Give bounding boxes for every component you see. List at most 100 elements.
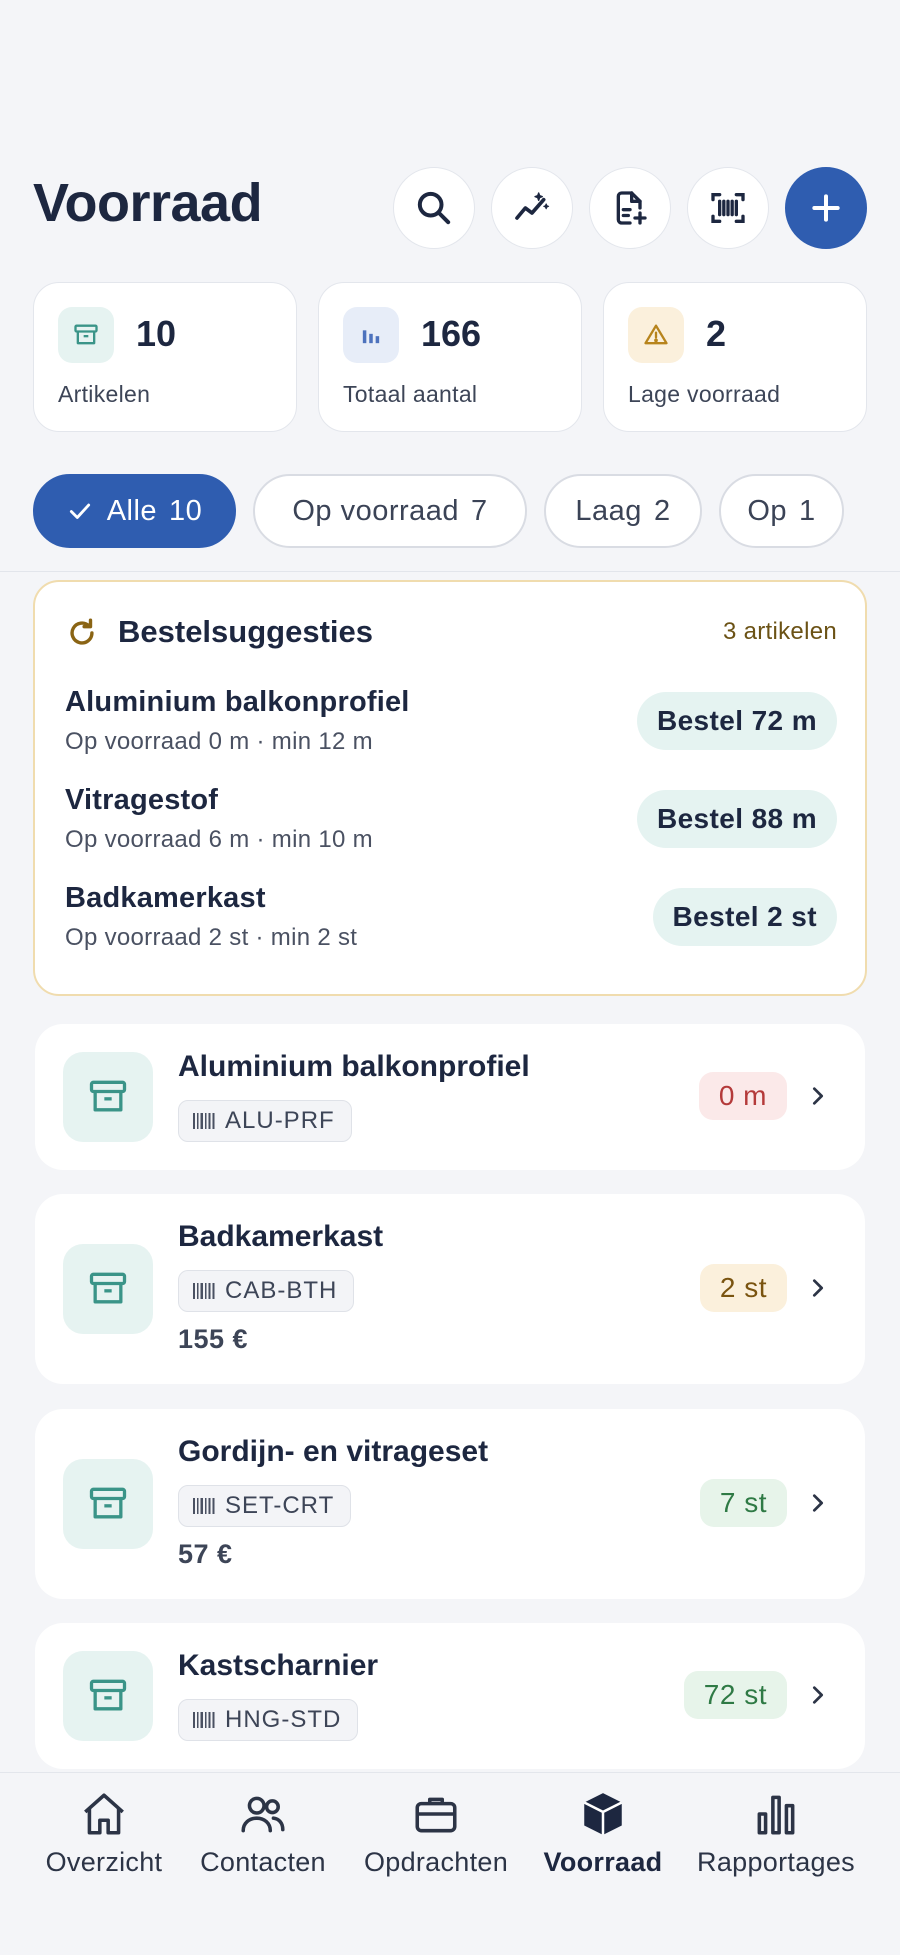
- filter-chip-count: 2: [653, 494, 671, 527]
- inventory-item[interactable]: Kastscharnier HNG-STD 72 st: [35, 1623, 865, 1769]
- suggestion-name: Vitragestof: [65, 784, 219, 816]
- barcode-icon: [193, 1283, 215, 1299]
- filter-chip-count: 10: [169, 494, 203, 527]
- search-button[interactable]: [393, 167, 475, 249]
- inventory-item[interactable]: Aluminium balkonprofiel ALU-PRF 0 m: [35, 1024, 865, 1170]
- chevron-right-icon: [812, 1686, 824, 1704]
- bar-chart-icon: [343, 307, 399, 363]
- stat-card-articles: 10 Artikelen: [33, 282, 297, 432]
- tab-label: Voorraad: [543, 1847, 663, 1877]
- new-document-button[interactable]: [589, 167, 671, 249]
- warning-icon: [628, 307, 684, 363]
- stock-badge: 0 m: [698, 1072, 787, 1120]
- archive-icon: [58, 307, 114, 363]
- suggestions-count: 3 artikelen: [722, 618, 837, 645]
- archive-icon: [63, 1052, 153, 1142]
- filter-chip-out[interactable]: Op 1: [719, 474, 844, 548]
- suggestions-title: Bestelsuggesties: [118, 614, 373, 649]
- scan-button[interactable]: [687, 167, 769, 249]
- briefcase-icon: [415, 1797, 457, 1833]
- item-sku: ALU-PRF: [178, 1100, 352, 1142]
- stat-label: Lage voorraad: [628, 381, 781, 407]
- reorder-suggestions-card: Bestelsuggesties 3 artikelen Aluminium b…: [33, 580, 867, 996]
- inventory-item[interactable]: Gordijn- en vitrageset SET-CRT 57 € 7 st: [35, 1409, 865, 1599]
- stat-value: 10: [136, 313, 177, 354]
- tab-label: Opdrachten: [363, 1847, 509, 1877]
- stock-badge: 72 st: [683, 1671, 787, 1719]
- check-icon: [69, 503, 90, 519]
- tab-opdrachten[interactable]: Opdrachten: [351, 1789, 521, 1909]
- sku-code: SET-CRT: [225, 1492, 335, 1519]
- item-name: Gordijn- en vitrageset: [178, 1435, 489, 1468]
- suggestion-detail: Op voorraad 6 m · min 10 m: [65, 826, 373, 853]
- tab-voorraad[interactable]: Voorraad: [518, 1789, 688, 1909]
- stat-label: Totaal aantal: [343, 381, 478, 407]
- tab-label: Contacten: [200, 1847, 326, 1877]
- bar-chart-icon: [757, 1795, 795, 1835]
- filter-chip-count: 1: [799, 494, 816, 527]
- sparkle-chart-icon: [515, 192, 550, 220]
- sku-code: CAB-BTH: [225, 1277, 338, 1304]
- item-price: 155 €: [178, 1324, 249, 1354]
- chevron-right-icon: [812, 1279, 824, 1297]
- sku-code: HNG-STD: [225, 1706, 342, 1733]
- filter-chip-label: Alle: [106, 494, 158, 527]
- add-button[interactable]: [785, 167, 867, 249]
- suggestion-detail: Op voorraad 2 st · min 2 st: [65, 924, 358, 951]
- barcode-icon: [193, 1113, 215, 1129]
- suggestion-row: Vitragestof Op voorraad 6 m · min 10 m B…: [65, 784, 837, 864]
- suggestion-name: Aluminium balkonprofiel: [65, 686, 410, 718]
- stat-label: Artikelen: [58, 381, 151, 407]
- order-button[interactable]: Bestel 88 m: [636, 790, 837, 848]
- suggestion-row: Badkamerkast Op voorraad 2 st · min 2 st…: [65, 882, 837, 962]
- tab-label: Overzicht: [45, 1847, 163, 1877]
- search-icon: [417, 191, 451, 225]
- sku-code: ALU-PRF: [225, 1107, 335, 1134]
- tab-overzicht[interactable]: Overzicht: [19, 1789, 189, 1909]
- tab-contacten[interactable]: Contacten: [178, 1789, 348, 1909]
- item-name: Aluminium balkonprofiel: [178, 1050, 530, 1083]
- barcode-icon: [193, 1498, 215, 1514]
- stock-badge: 7 st: [699, 1479, 787, 1527]
- stat-card-total: 166 Totaal aantal: [318, 282, 582, 432]
- archive-icon: [63, 1651, 153, 1741]
- barcode-scan-icon: [711, 193, 745, 223]
- filter-chip-count: 7: [471, 494, 488, 527]
- stat-value: 2: [706, 313, 727, 354]
- tab-rapportages[interactable]: Rapportages: [691, 1789, 861, 1909]
- stat-card-low-stock: 2 Lage voorraad: [603, 282, 867, 432]
- box-icon: [583, 1793, 623, 1835]
- item-sku: SET-CRT: [178, 1485, 352, 1527]
- item-price: 57 €: [178, 1539, 233, 1569]
- stat-value: 166: [421, 313, 482, 354]
- chevron-right-icon: [812, 1087, 824, 1105]
- plus-icon: [812, 194, 840, 222]
- chevron-right-icon: [812, 1494, 824, 1512]
- suggestion-detail: Op voorraad 0 m · min 12 m: [65, 728, 373, 755]
- insights-button[interactable]: [491, 167, 573, 249]
- suggestion-name: Badkamerkast: [65, 882, 266, 914]
- tab-label: Rapportages: [697, 1847, 855, 1877]
- filter-chip-all[interactable]: Alle 10: [33, 474, 236, 548]
- archive-icon: [63, 1459, 153, 1549]
- filter-chip-low[interactable]: Laag 2: [544, 474, 702, 548]
- order-button[interactable]: Bestel 72 m: [636, 692, 837, 750]
- item-sku: HNG-STD: [178, 1699, 359, 1741]
- filter-chip-label: Op: [747, 494, 788, 527]
- barcode-icon: [193, 1712, 215, 1728]
- item-name: Badkamerkast: [178, 1220, 384, 1253]
- header-area: Voorraad 10 Artikelen 166 Totaal aantal …: [0, 0, 900, 572]
- refresh-icon: [70, 618, 94, 645]
- suggestion-row: Aluminium balkonprofiel Op voorraad 0 m …: [65, 686, 837, 766]
- inventory-item[interactable]: Badkamerkast CAB-BTH 155 € 2 st: [35, 1194, 865, 1384]
- filter-chip-in-stock[interactable]: Op voorraad 7: [253, 474, 527, 548]
- order-button[interactable]: Bestel 2 st: [652, 888, 837, 946]
- users-icon: [241, 1796, 285, 1833]
- page-title: Voorraad: [33, 173, 263, 233]
- bottom-tab-bar: Overzicht Contacten Opdrachten Voorraad …: [0, 1772, 900, 1955]
- archive-icon: [63, 1244, 153, 1334]
- home-icon: [84, 1793, 124, 1835]
- filter-chip-label: Op voorraad: [292, 494, 460, 527]
- stock-badge: 2 st: [699, 1264, 787, 1312]
- file-plus-icon: [616, 191, 647, 225]
